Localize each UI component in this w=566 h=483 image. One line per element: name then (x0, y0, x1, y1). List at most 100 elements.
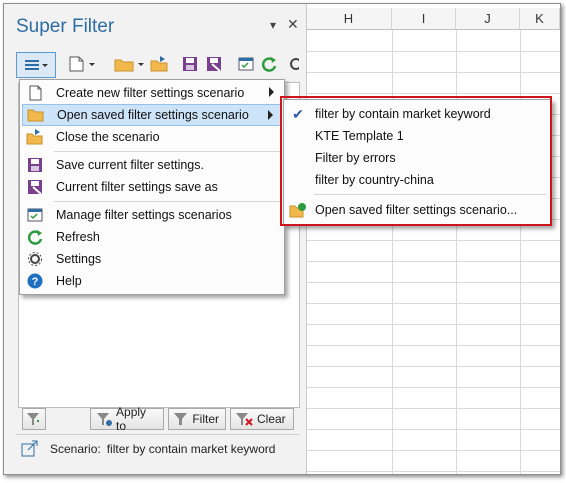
submenu-item-scenario[interactable]: filter by country-china (285, 169, 549, 191)
pane-toolbar (16, 52, 300, 78)
close-folder-icon (150, 56, 168, 72)
refresh-icon (261, 57, 277, 72)
save-button[interactable] (180, 52, 200, 76)
submenu-item-label: Open saved filter settings scenario... (315, 203, 518, 217)
column-header-h[interactable]: H (306, 8, 392, 30)
save-as-button[interactable] (204, 52, 224, 76)
filter-label: Filter (192, 412, 219, 426)
apply-filter-icon (97, 413, 112, 426)
pane-options-dropdown[interactable]: ▾ (270, 18, 276, 32)
open-folder-search-icon (289, 203, 306, 218)
filter-icon (174, 413, 187, 425)
submenu-item-scenario[interactable]: Filter by errors (285, 147, 549, 169)
manage-icon (27, 208, 43, 222)
filter-button[interactable]: Filter (168, 408, 226, 430)
column-header-k[interactable]: K (520, 8, 560, 30)
submenu-arrow-icon (268, 110, 273, 120)
divider (16, 434, 300, 435)
new-scenario-button[interactable] (62, 52, 102, 76)
grid-row-line (306, 93, 560, 94)
svg-text:?: ? (32, 276, 39, 288)
menu-item-save-settings[interactable]: Save current filter settings. (22, 154, 282, 176)
menu-separator (54, 201, 280, 202)
grid-row-line (306, 303, 560, 304)
help-icon: ? (27, 273, 43, 289)
gear-icon (28, 252, 42, 266)
scenario-menu: Create new filter settings scenario Open… (19, 79, 285, 295)
menu-item-label: Current filter settings save as (56, 180, 218, 194)
menu-item-label: Help (56, 274, 82, 288)
menu-item-manage-scenarios[interactable]: Manage filter settings scenarios (22, 204, 282, 226)
submenu-item-scenario[interactable]: KTE Template 1 (285, 125, 549, 147)
menu-item-refresh[interactable]: Refresh (22, 226, 282, 248)
menu-item-create-new-scenario[interactable]: Create new filter settings scenario (22, 82, 282, 104)
close-folder-icon (26, 129, 43, 145)
column-header-i[interactable]: I (392, 8, 456, 30)
window-frame: H I J K Super Filter ▾ ✕ Apply to Filter… (3, 3, 561, 475)
submenu-item-label: Filter by errors (315, 151, 396, 165)
refresh-button[interactable] (259, 52, 279, 76)
manage-icon (238, 57, 254, 71)
grid-row-line (306, 408, 560, 409)
grid-column-line (456, 30, 457, 474)
menu-item-label: Create new filter settings scenario (56, 86, 245, 100)
column-header-j[interactable]: J (456, 8, 520, 30)
clear-button[interactable]: Clear (230, 408, 294, 430)
menu-item-label: Close the scenario (56, 130, 160, 144)
submenu-separator (314, 194, 546, 195)
save-as-icon (28, 180, 42, 195)
apply-to-button[interactable]: Apply to (90, 405, 164, 433)
new-document-icon (69, 56, 95, 72)
submenu-item-scenario[interactable]: ✔ filter by contain market keyword (285, 103, 549, 125)
grid-column-line (520, 30, 521, 474)
grid-column-line (392, 30, 393, 474)
saved-scenarios-submenu: ✔ filter by contain market keyword KTE T… (283, 99, 552, 226)
menu-item-settings[interactable]: Settings (22, 248, 282, 270)
grid-row-line (306, 324, 560, 325)
submenu-item-label: filter by contain market keyword (315, 107, 491, 121)
settings-button[interactable] (286, 52, 300, 76)
grid-row-line (306, 345, 560, 346)
new-document-icon (29, 85, 42, 101)
open-scenario-button[interactable] (110, 52, 150, 76)
pane-close-button[interactable]: ✕ (287, 16, 299, 33)
scenario-label: Scenario: (50, 442, 101, 456)
menu-item-label: Open saved filter settings scenario (57, 108, 249, 122)
menu-item-help[interactable]: ? Help (22, 270, 282, 292)
external-link-icon[interactable] (20, 440, 40, 458)
add-filter-button[interactable] (22, 408, 46, 430)
submenu-item-open-saved-dialog[interactable]: Open saved filter settings scenario... (285, 199, 549, 221)
menu-item-save-as[interactable]: Current filter settings save as (22, 176, 282, 198)
submenu-item-label: filter by country-china (315, 173, 434, 187)
apply-to-label: Apply to (116, 405, 147, 433)
grid-row-line (306, 429, 560, 430)
grid-row-line (306, 471, 560, 472)
grid-row-line (306, 387, 560, 388)
menu-item-close-scenario[interactable]: Close the scenario (22, 126, 282, 148)
checkmark-icon: ✔ (292, 105, 304, 122)
menu-item-open-saved-scenario[interactable]: Open saved filter settings scenario (22, 104, 282, 126)
menu-item-label: Refresh (56, 230, 100, 244)
close-scenario-button[interactable] (148, 52, 170, 76)
grid-row-line (306, 72, 560, 73)
submenu-arrow-icon (269, 87, 274, 97)
menu-item-label: Settings (56, 252, 102, 266)
add-filter-icon (27, 413, 39, 425)
grid-row-line (306, 261, 560, 262)
action-bar: Apply to Filter Clear (18, 405, 298, 433)
clear-label: Clear (257, 412, 286, 426)
grid-row-line (306, 51, 560, 52)
grid-row-line (306, 282, 560, 283)
menu-item-label: Manage filter settings scenarios (56, 208, 232, 222)
spreadsheet-grid: H I J K (306, 4, 560, 474)
grid-row-line (306, 240, 560, 241)
scenario-status: Scenario: filter by contain market keywo… (20, 440, 275, 458)
pane-title: Super Filter (16, 16, 115, 37)
menu-toggle-button[interactable] (16, 52, 56, 78)
grid-row-line (306, 366, 560, 367)
manage-scenarios-button[interactable] (236, 52, 256, 76)
clear-filter-icon (236, 413, 253, 426)
menu-separator (54, 151, 280, 152)
save-icon (28, 158, 42, 172)
hamburger-menu-icon (25, 60, 48, 70)
